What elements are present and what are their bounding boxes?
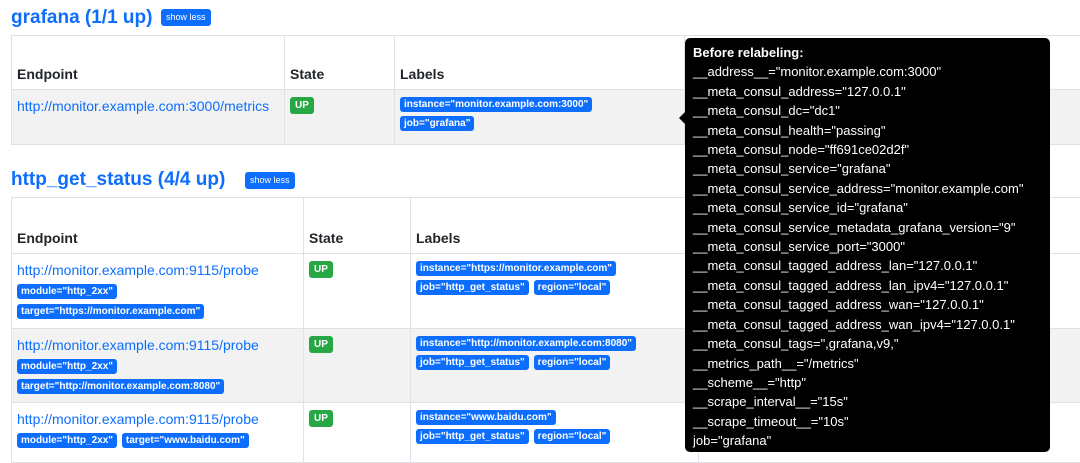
state-badge: UP (309, 410, 333, 427)
labels-cell: instance="https://monitor.example.com" j… (411, 254, 699, 329)
label-badge[interactable]: region="local" (534, 355, 611, 370)
tooltip-label-line: __scheme__="http" (693, 373, 1050, 392)
tooltip-label-line: __meta_consul_address="127.0.0.1" (693, 82, 1050, 101)
tooltip-label-line: __meta_consul_dc="dc1" (693, 101, 1050, 120)
endpoint-cell: http://monitor.example.com:9115/probe mo… (12, 403, 304, 463)
endpoint-param-badge: target="http://monitor.example.com:8080" (17, 379, 224, 394)
tooltip-label-line: __meta_consul_tagged_address_wan_ipv4="1… (693, 315, 1050, 334)
endpoint-link[interactable]: http://monitor.example.com:9115/probe (17, 337, 259, 353)
state-badge: UP (290, 97, 314, 114)
label-badge[interactable]: instance="http://monitor.example.com:808… (416, 336, 636, 351)
label-badge[interactable]: instance="https://monitor.example.com" (416, 261, 616, 276)
state-cell: UP (304, 403, 411, 463)
tooltip-label-line: __meta_consul_node="ff691ce02d2f" (693, 140, 1050, 159)
label-badge[interactable]: instance="monitor.example.com:3000" (400, 97, 592, 112)
endpoint-param-badge: module="http_2xx" (17, 284, 117, 299)
tooltip-label-line: __meta_consul_tagged_address_wan="127.0.… (693, 295, 1050, 314)
tooltip-label-line: __meta_consul_service_address="monitor.e… (693, 179, 1050, 198)
tooltip-label-line: __meta_consul_tagged_address_lan_ipv4="1… (693, 276, 1050, 295)
label-badge[interactable]: region="local" (534, 280, 611, 295)
show-less-button[interactable]: show less (161, 9, 211, 26)
tooltip-label-line: __scrape_timeout__="10s" (693, 412, 1050, 431)
tooltip-label-list: __address__="monitor.example.com:3000"__… (693, 62, 1050, 450)
endpoint-cell: http://monitor.example.com:9115/probe mo… (12, 254, 304, 329)
header-labels: Labels (395, 36, 685, 90)
endpoint-param-badge: module="http_2xx" (17, 433, 117, 448)
label-badge[interactable]: instance="www.baidu.com" (416, 410, 556, 425)
state-badge: UP (309, 261, 333, 278)
endpoint-param-badge: target="https://monitor.example.com" (17, 304, 204, 319)
label-badge[interactable]: region="local" (534, 429, 611, 444)
tooltip-label-line: job="grafana" (693, 431, 1050, 450)
tooltip-label-line: __scrape_interval__="15s" (693, 392, 1050, 411)
header-endpoint: Endpoint (12, 198, 304, 254)
header-labels: Labels (411, 198, 699, 254)
state-cell: UP (285, 90, 395, 145)
labels-cell: instance="monitor.example.com:3000" job=… (395, 90, 685, 145)
tooltip-label-line: __meta_consul_service_id="grafana" (693, 198, 1050, 217)
tooltip-label-line: __metrics_path__="/metrics" (693, 354, 1050, 373)
tooltip-label-line: __meta_consul_tags=",grafana,v9," (693, 334, 1050, 353)
tooltip-label-line: __meta_consul_service="grafana" (693, 159, 1050, 178)
tooltip-label-line: __meta_consul_service_metadata_grafana_v… (693, 218, 1050, 237)
state-cell: UP (304, 254, 411, 329)
label-badge[interactable]: job="grafana" (400, 116, 474, 131)
tooltip-label-line: __address__="monitor.example.com:3000" (693, 62, 1050, 81)
relabeling-tooltip: Before relabeling: __address__="monitor.… (685, 38, 1050, 452)
header-state: State (285, 36, 395, 90)
endpoint-link[interactable]: http://monitor.example.com:9115/probe (17, 262, 259, 278)
labels-cell: instance="www.baidu.com" job="http_get_s… (411, 403, 699, 463)
endpoint-param-badge: target="www.baidu.com" (122, 433, 249, 448)
label-badge[interactable]: job="http_get_status" (416, 355, 529, 370)
pool-title-grafana[interactable]: grafana (1/1 up) (11, 6, 152, 30)
header-endpoint: Endpoint (12, 36, 285, 90)
endpoint-cell: http://monitor.example.com:3000/metrics (12, 90, 285, 145)
tooltip-label-line: __meta_consul_tagged_address_lan="127.0.… (693, 256, 1050, 275)
tooltip-label-line: __meta_consul_health="passing" (693, 121, 1050, 140)
label-badge[interactable]: job="http_get_status" (416, 280, 529, 295)
label-badge[interactable]: job="http_get_status" (416, 429, 529, 444)
show-less-button[interactable]: show less (245, 172, 295, 189)
endpoint-cell: http://monitor.example.com:9115/probe mo… (12, 329, 304, 403)
endpoint-link[interactable]: http://monitor.example.com:9115/probe (17, 411, 259, 427)
state-badge: UP (309, 336, 333, 353)
header-state: State (304, 198, 411, 254)
endpoint-link[interactable]: http://monitor.example.com:3000/metrics (17, 98, 269, 114)
labels-cell: instance="http://monitor.example.com:808… (411, 329, 699, 403)
state-cell: UP (304, 329, 411, 403)
tooltip-label-line: __meta_consul_service_port="3000" (693, 237, 1050, 256)
endpoint-param-badge: module="http_2xx" (17, 359, 117, 374)
tooltip-title: Before relabeling: (693, 43, 1050, 62)
pool-title-http-get-status[interactable]: http_get_status (4/4 up) (11, 168, 225, 192)
